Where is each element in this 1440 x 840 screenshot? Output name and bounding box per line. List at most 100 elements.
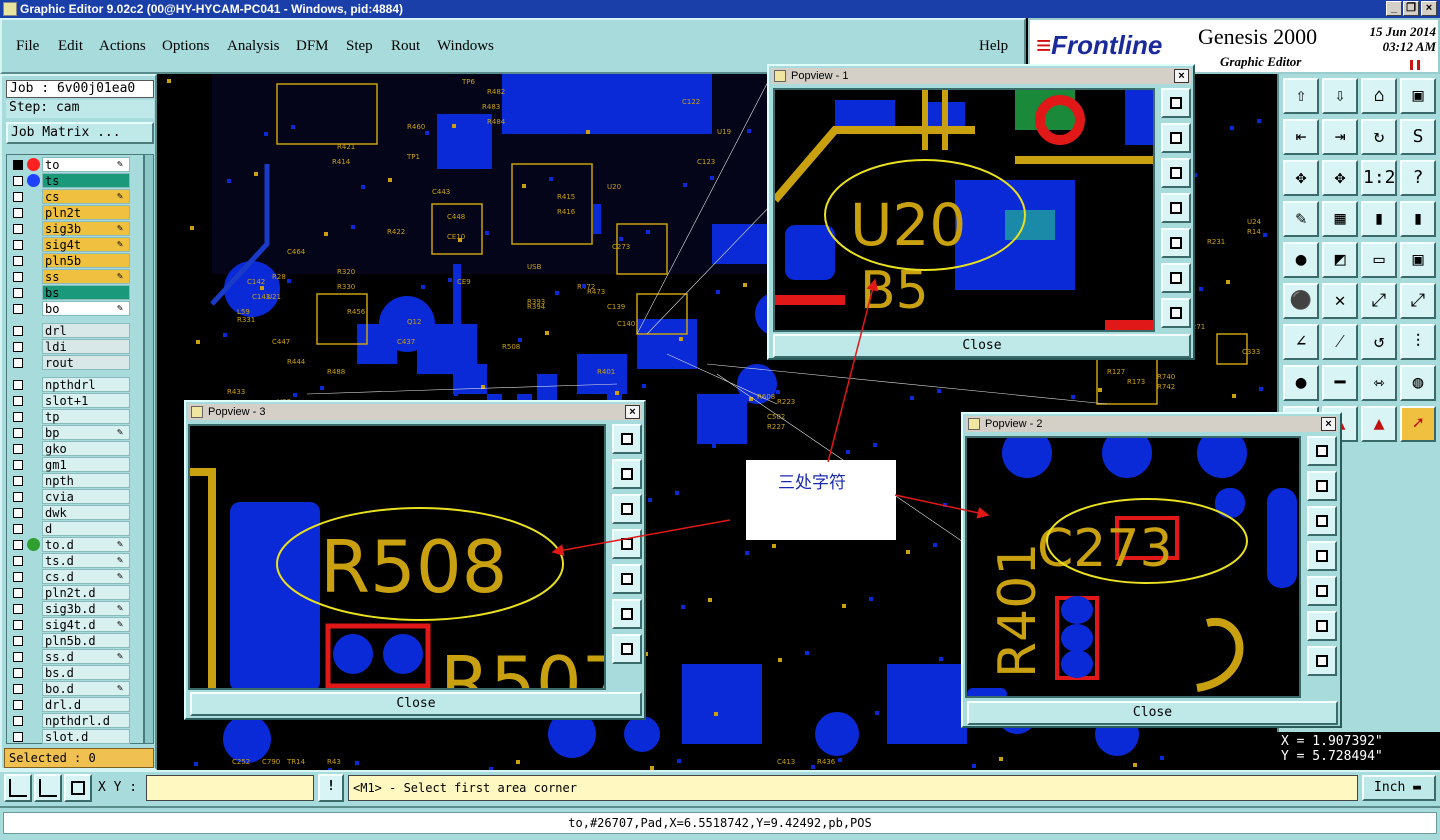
pointer-tool-icon[interactable]: ➚ (1400, 406, 1436, 442)
popview-zoom-button[interactable] (1161, 88, 1191, 118)
popview-pan-right-button[interactable] (612, 564, 642, 594)
layer-checkbox[interactable] (13, 288, 23, 298)
layer-row-pln2t[interactable]: pln2t (9, 205, 143, 220)
popview-pan-down-button[interactable] (1307, 506, 1337, 536)
home-tool-icon[interactable]: ⌂ (1361, 78, 1397, 114)
layer-row-sig3b[interactable]: sig3b ✎ (9, 221, 143, 236)
zoom-center-tool-icon[interactable]: ✥ (1322, 160, 1358, 196)
layer-row-d[interactable]: d (9, 521, 143, 536)
layer-row-ss[interactable]: ss ✎ (9, 269, 143, 284)
popview-zoom-in-button[interactable] (1307, 611, 1337, 641)
layer-row-bo[interactable]: bo ✎ (9, 301, 143, 316)
connect-tool-icon[interactable]: ⚫ (1283, 283, 1319, 319)
angle-tool-icon[interactable]: ∠ (1283, 324, 1319, 360)
feature-tool-tool-icon[interactable]: ◩ (1322, 242, 1358, 278)
layer-checkbox[interactable] (13, 428, 23, 438)
line-tool-icon[interactable]: ⁄ (1322, 324, 1358, 360)
units-select[interactable]: Inch ▬ (1362, 775, 1436, 801)
popview-pan-up-button[interactable] (612, 459, 642, 489)
layer-checkbox[interactable] (13, 652, 23, 662)
snap-tool-icon[interactable]: S (1400, 119, 1436, 155)
layer-checkbox[interactable] (13, 192, 23, 202)
restore-button[interactable]: ❐ (1403, 1, 1419, 16)
minimize-button[interactable]: _ (1386, 1, 1402, 16)
layer-checkbox[interactable] (13, 224, 23, 234)
popview-pan-left-button[interactable] (1161, 193, 1191, 223)
popview-zoom-out-button[interactable] (612, 634, 642, 664)
popview-pan-right-button[interactable] (1307, 576, 1337, 606)
menu-options[interactable]: Options (162, 38, 210, 55)
measure-button[interactable] (34, 774, 62, 802)
layer-checkbox[interactable] (13, 620, 23, 630)
layer-checkbox[interactable] (13, 636, 23, 646)
layer-checkbox[interactable] (13, 508, 23, 518)
layer-checkbox[interactable] (13, 476, 23, 486)
layer-checkbox[interactable] (13, 460, 23, 470)
layer-checkbox[interactable] (13, 700, 23, 710)
popview-zoom-in-button[interactable] (1161, 263, 1191, 293)
ruler-tool-icon[interactable]: ▭ (1361, 242, 1397, 278)
popview-pan-down-button[interactable] (1161, 158, 1191, 188)
popview-3-close-icon[interactable]: × (625, 405, 640, 419)
layer-row-bs[interactable]: bs (9, 285, 143, 300)
fit-screen-tool-icon[interactable]: ⇧ (1283, 78, 1319, 114)
popview-pan-left-button[interactable] (1307, 541, 1337, 571)
zoom-ratio-tool-icon[interactable]: 1:2 (1361, 160, 1397, 196)
layer-list-scrollbar[interactable] (144, 154, 154, 744)
popview-2-titlebar[interactable]: Popview - 2 × (965, 416, 1338, 432)
popview-3-titlebar[interactable]: Popview - 3 × (188, 404, 642, 420)
layer-row-drl.d[interactable]: drl.d (9, 697, 143, 712)
popview-2-view[interactable]: C273 R401 (965, 436, 1301, 698)
arc-tool-icon[interactable]: ↺ (1361, 324, 1397, 360)
menu-actions[interactable]: Actions (99, 38, 146, 55)
layer-row-gm1[interactable]: gm1 (9, 457, 143, 472)
popview-2-close-button[interactable]: Close (967, 701, 1338, 725)
layer-row-slot.d[interactable]: slot.d (9, 729, 143, 744)
layer-row-ts[interactable]: ts (9, 173, 143, 188)
menu-dfm[interactable]: DFM (296, 38, 329, 55)
zoom-area-button[interactable] (4, 774, 32, 802)
popview-1-view[interactable]: U20 B5 (773, 88, 1155, 332)
layer-checkbox[interactable] (13, 732, 23, 742)
points-tool-icon[interactable]: ▣ (1400, 242, 1436, 278)
redraw-tool-icon[interactable]: ↻ (1361, 119, 1397, 155)
pattern-tool-icon[interactable]: ◍ (1400, 365, 1436, 401)
layer-checkbox[interactable] (13, 588, 23, 598)
layer-row-npth[interactable]: npth (9, 473, 143, 488)
alert-button[interactable]: ! (318, 774, 344, 802)
popview-pan-up-button[interactable] (1307, 471, 1337, 501)
menu-file[interactable]: File (16, 38, 39, 55)
layer-row-drl[interactable]: drl (9, 323, 143, 338)
layer-checkbox[interactable] (13, 444, 23, 454)
layer-row-gko[interactable]: gko (9, 441, 143, 456)
layer-checkbox[interactable] (13, 240, 23, 250)
layer-row-bo.d[interactable]: bo.d ✎ (9, 681, 143, 696)
xy-input[interactable] (146, 775, 314, 801)
layer-row-ss.d[interactable]: ss.d ✎ (9, 649, 143, 664)
layer-row-tp[interactable]: tp (9, 409, 143, 424)
layer-checkbox[interactable] (13, 556, 23, 566)
layer-row-to.d[interactable]: to.d ✎ (9, 537, 143, 552)
layer-row-ldi[interactable]: ldi (9, 339, 143, 354)
select-tool-tool-icon[interactable]: ● (1283, 242, 1319, 278)
layer-checkbox[interactable] (13, 492, 23, 502)
window-tool-icon[interactable]: ▣ (1400, 78, 1436, 114)
move-tool-icon[interactable]: ⤢ (1361, 283, 1397, 319)
layer-row-cs.d[interactable]: cs.d ✎ (9, 569, 143, 584)
layer-row-bp[interactable]: bp ✎ (9, 425, 143, 440)
layer-checkbox[interactable] (13, 176, 23, 186)
resize-tool-icon[interactable]: ⇿ (1361, 365, 1397, 401)
menu-step[interactable]: Step (346, 38, 373, 55)
layer-checkbox[interactable] (13, 208, 23, 218)
layer-row-sig4t.d[interactable]: sig4t.d ✎ (9, 617, 143, 632)
layer-checkbox[interactable] (13, 684, 23, 694)
job-matrix-button[interactable]: Job Matrix ... (6, 122, 154, 144)
layer-checkbox[interactable] (13, 412, 23, 422)
layer-row-to[interactable]: to ✎ (9, 157, 143, 172)
popview-pan-down-button[interactable] (612, 494, 642, 524)
zoom-home-tool-icon[interactable]: ⇩ (1322, 78, 1358, 114)
popview-1-titlebar[interactable]: Popview - 1 × (771, 68, 1191, 84)
copy-tool-icon[interactable]: ⤢ (1400, 283, 1436, 319)
menu-analysis[interactable]: Analysis (227, 38, 280, 55)
layer-display-tool-icon[interactable]: ▮ (1361, 201, 1397, 237)
